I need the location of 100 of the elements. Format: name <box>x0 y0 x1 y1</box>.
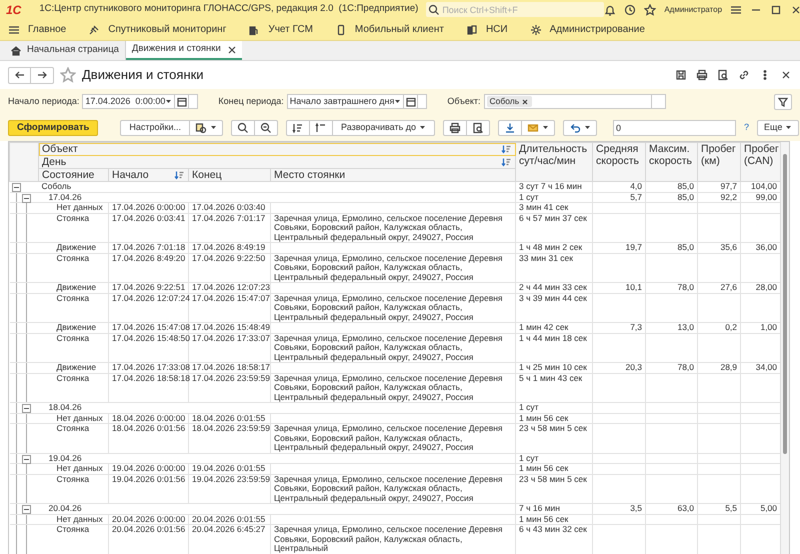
column-header: Длительность сут/час/мин <box>519 143 588 167</box>
preview-button[interactable] <box>467 120 490 136</box>
table-cell: 17.04.2026 7:01:18 <box>112 242 186 252</box>
table-cell: 28,9 <box>720 362 738 372</box>
filter-button[interactable] <box>774 94 792 110</box>
menu-item[interactable]: Мобильный клиент <box>354 22 444 37</box>
save-icon[interactable] <box>675 69 687 81</box>
menu-item[interactable]: НСИ <box>486 22 508 37</box>
collapse-toggle[interactable] <box>22 404 30 413</box>
field-label: Объект: <box>447 94 481 108</box>
scrollbar-thumb[interactable] <box>783 154 787 454</box>
close-icon[interactable] <box>226 44 236 56</box>
table-cell: 1 мин 56 сек <box>519 412 568 422</box>
date-field[interactable]: 17.04.2026 0:00:00 <box>82 94 176 109</box>
bell-icon[interactable] <box>604 4 616 16</box>
sort-icon[interactable] <box>501 157 512 167</box>
calendar-button[interactable] <box>175 94 190 109</box>
table-cell: 17.04.2026 7:01:17 <box>192 212 266 222</box>
table-cell: 17.04.2026 0:03:41 <box>112 212 186 222</box>
table-cell: Стоянка <box>56 474 90 484</box>
settings-button[interactable]: Настройки... <box>120 120 190 136</box>
print-icon[interactable] <box>696 69 708 81</box>
list-expand-icon <box>292 122 304 134</box>
expand-all-button[interactable] <box>286 120 310 136</box>
calendar-icon <box>404 96 417 108</box>
close-icon[interactable] <box>780 69 792 81</box>
form-title: Движения и стоянки <box>82 66 204 84</box>
table-cell: 17.04.2026 8:49:20 <box>112 252 186 262</box>
calendar-button[interactable] <box>404 94 418 109</box>
search-icon <box>237 122 250 134</box>
column-header: Состояние <box>42 169 94 181</box>
collapse-toggle[interactable] <box>22 454 30 464</box>
expand-to-button[interactable]: Разворачивать до <box>333 120 436 136</box>
filter-icon <box>777 96 789 108</box>
scrollbar[interactable] <box>780 142 789 554</box>
generate-button[interactable]: Сформировать <box>8 120 98 136</box>
table-cell: Движение <box>56 242 96 252</box>
table-cell: 17.04.2026 15:48:50 <box>112 332 190 342</box>
send-mail-button[interactable] <box>522 120 556 136</box>
more-button[interactable]: Еще <box>757 120 800 136</box>
column-header: Объект <box>42 143 79 155</box>
save-file-button[interactable] <box>498 120 522 136</box>
table-cell: Заречная улица, Ермолино, сельское поселение Деревня Совьяки, Боровский район, Калужская область, Центральный федеральный округ, 249027, Россия <box>274 332 503 362</box>
collapse-toggle[interactable] <box>22 194 30 202</box>
table-cell: Нет данных <box>56 463 103 473</box>
table-cell: Стоянка <box>56 524 90 534</box>
star-icon[interactable] <box>644 4 656 16</box>
gear-icon[interactable] <box>530 24 542 36</box>
object-field[interactable]: Соболь <box>484 94 652 109</box>
table-cell: Заречная улица, Ермолино, сельское поселение Деревня Совьяки, Боровский район, Калужская область, Центральный федеральный округ, 249027, Россия <box>274 292 503 322</box>
variants-button[interactable] <box>190 120 224 136</box>
column-header: Пробег (CAN) <box>744 143 779 167</box>
table-cell: 27,6 <box>720 282 738 292</box>
search-field[interactable]: Поиск Ctrl+Shift+F <box>426 2 604 17</box>
tab[interactable]: Движения и стоянки <box>126 41 242 60</box>
search-icon <box>428 4 440 16</box>
preview-icon[interactable] <box>717 69 729 81</box>
menu-item[interactable]: Главное <box>28 22 66 37</box>
find-button[interactable] <box>231 120 256 136</box>
calendar-icon <box>176 96 188 108</box>
collapse-toggle[interactable] <box>22 505 30 514</box>
star-icon[interactable] <box>60 67 76 83</box>
table-cell: 3,5 <box>630 503 642 513</box>
maximize-icon[interactable] <box>770 4 782 16</box>
undo-button[interactable] <box>563 120 598 136</box>
caret-icon <box>785 124 792 131</box>
table-cell: 17.04.2026 17:33:08 <box>112 362 190 372</box>
table-cell: 3 мин 41 сек <box>519 202 568 212</box>
fuel-pump-icon[interactable] <box>248 24 260 36</box>
sort-icon[interactable] <box>174 170 185 180</box>
books-icon[interactable] <box>466 24 478 36</box>
menu-icon[interactable] <box>730 4 742 16</box>
table-cell: Нет данных <box>56 202 103 212</box>
sum-field[interactable]: 0 <box>613 120 736 136</box>
menu-icon[interactable] <box>8 24 20 36</box>
menu-item[interactable]: Администрирование <box>550 22 645 37</box>
column-header: День <box>42 156 68 168</box>
history-icon[interactable] <box>624 4 636 16</box>
date-field[interactable]: Начало завтрашнего дня <box>286 94 404 109</box>
print-button[interactable] <box>443 120 468 136</box>
sort-icon[interactable] <box>501 144 512 154</box>
find-next-button[interactable] <box>255 120 278 136</box>
menu-item[interactable]: Спутниковый мониторинг <box>108 22 226 37</box>
table-cell: Заречная улица, Ермолино, сельское поселение Деревня Совьяки, Боровский район, Калужская область, Центральный федеральный округ, 249027, Россия <box>274 372 503 402</box>
group-label: 20.04.26 <box>48 503 82 513</box>
table-cell: 0,2 <box>725 322 738 332</box>
user-name[interactable]: Администратор <box>664 4 722 16</box>
caret-icon <box>165 98 172 105</box>
remove-icon[interactable] <box>521 98 530 106</box>
menu-item[interactable]: Учет ГСМ <box>268 22 313 37</box>
collapse-toggle[interactable] <box>12 183 20 192</box>
close-icon[interactable] <box>790 4 800 16</box>
object-tag[interactable]: Соболь <box>486 96 532 107</box>
table-cell: Нет данных <box>56 514 103 524</box>
help-link[interactable]: ? <box>744 120 750 134</box>
link-icon[interactable] <box>738 69 750 81</box>
table-cell: 23 ч 58 мин 5 сек <box>519 474 587 484</box>
collapse-button[interactable] <box>310 120 334 136</box>
envelope-icon <box>527 122 540 134</box>
table-cell: Стоянка <box>56 292 90 302</box>
